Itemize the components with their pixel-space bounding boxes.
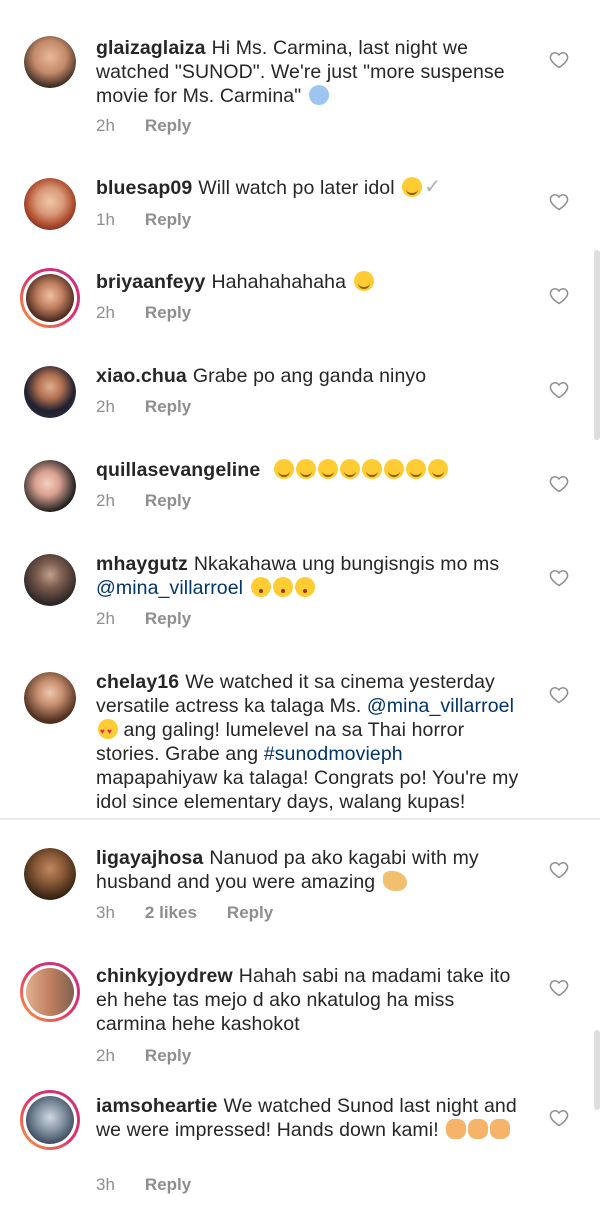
like-heart-icon[interactable] [549,568,569,588]
reply-button[interactable]: Reply [145,116,191,136]
reply-button[interactable]: Reply [145,397,191,417]
comment-meta: 2h Reply [96,609,191,629]
comment-username[interactable]: ligayajhosa [96,847,203,869]
comment-text: bluesap09 Will watch po later idol [96,175,526,200]
smile-emoji-icon [317,459,338,479]
flexed-bicep-emoji-icon [382,871,407,891]
laughing-emoji-icon [353,271,374,291]
scrollbar[interactable] [594,250,600,440]
smile-emoji-icon [405,459,426,479]
kiss-emoji-icon [250,577,271,597]
comment-username[interactable]: chelay16 [96,671,179,693]
kiss-emoji-icon [272,577,293,597]
smile-emoji-icon [427,459,448,479]
smile-emoji-icon [339,459,360,479]
avatar[interactable] [24,848,76,900]
comment-meta: 2h Reply [96,491,191,511]
avatar[interactable] [24,36,76,88]
reply-button[interactable]: Reply [145,210,191,230]
avatar[interactable] [24,178,76,230]
comment-username[interactable]: glaizaglaiza [96,37,206,59]
hashtag-link[interactable]: #sunodmovieph [264,743,403,765]
comment-username[interactable]: quillasevangeline [96,459,260,481]
comment-username[interactable]: mhaygutz [96,553,188,575]
comment-time: 2h [96,397,115,416]
like-heart-icon[interactable] [549,685,569,705]
comment-text: quillasevangeline [96,458,526,482]
comment-text: xiao.chua Grabe po ang ganda ninyo [96,365,427,387]
smile-emoji-icon [402,177,423,197]
comment-meta: 3h 2 likes Reply [96,903,273,923]
comment-meta: 1h Reply [96,210,191,230]
comment-time: 3h [96,903,115,922]
comment-time: 2h [96,116,115,135]
comment-text: chelay16 We watched it sa cinema yesterda… [96,670,526,814]
like-heart-icon[interactable] [549,978,569,998]
comment-text: briyaanfeyy Hahahahahaha [96,270,526,294]
like-heart-icon[interactable] [549,192,569,212]
comment-time: 3h [96,1175,115,1194]
comment-meta: 2h Reply [96,1046,191,1066]
comment-text: iamsoheartie We watched Sunod last night … [96,1095,517,1141]
pray-emoji-icon [446,1119,467,1139]
avatar[interactable] [24,554,76,606]
comment-meta: 2h Reply [96,397,191,417]
avatar-story-ring[interactable] [20,268,80,328]
pray-emoji-icon [490,1119,511,1139]
like-heart-icon[interactable] [549,1108,569,1128]
comment-meta: 3h Reply [96,1175,191,1195]
comment-time: 2h [96,491,115,510]
comment-time: 1h [96,210,115,229]
avatar-story-ring[interactable] [20,962,80,1022]
comment-meta: 2h Reply [96,116,191,136]
scream-emoji-icon [308,85,329,105]
smile-emoji-icon [361,459,382,479]
heart-eyes-emoji-icon [98,719,118,744]
like-heart-icon[interactable] [549,474,569,494]
reply-button[interactable]: Reply [145,303,191,323]
reply-button[interactable]: Reply [145,609,191,629]
screenshot-divider [0,818,600,820]
comment-text: chinkyjoydrew Hahah sabi na madami take i… [96,965,511,1035]
reply-button[interactable]: Reply [145,491,191,511]
comment-time: 2h [96,303,115,322]
comment-username[interactable]: briyaanfeyy [96,271,206,293]
smile-emoji-icon [295,459,316,479]
comment-username[interactable]: xiao.chua [96,365,187,387]
comment-text: glaizaglaiza Hi Ms. Carmina, last night w… [96,37,505,107]
scrollbar[interactable] [594,1030,600,1110]
like-heart-icon[interactable] [549,286,569,306]
comment-username[interactable]: iamsoheartie [96,1095,218,1117]
reply-button[interactable]: Reply [145,1046,191,1066]
reply-button[interactable]: Reply [227,903,273,923]
comment-time: 2h [96,609,115,628]
mention-link[interactable]: @mina_villarroel [96,577,243,599]
smile-emoji-icon [383,459,404,479]
comment-username[interactable]: bluesap09 [96,177,192,199]
like-heart-icon[interactable] [549,380,569,400]
avatar-story-ring[interactable] [20,1090,80,1150]
check-mark-icon [424,175,444,199]
comment-text: mhaygutz Nkakahawa ung bungisngis mo ms @… [96,553,500,599]
avatar[interactable] [24,366,76,418]
reply-button[interactable]: Reply [145,1175,191,1195]
pray-emoji-icon [468,1119,489,1139]
likes-count[interactable]: 2 likes [145,903,197,923]
comment-time: 2h [96,1046,115,1065]
like-heart-icon[interactable] [549,50,569,70]
like-heart-icon[interactable] [549,860,569,880]
comment-username[interactable]: chinkyjoydrew [96,965,233,987]
mention-link[interactable]: @mina_villarroel [367,695,514,717]
avatar[interactable] [24,460,76,512]
kiss-emoji-icon [294,577,315,597]
comment-meta: 2h Reply [96,303,191,323]
comment-text: ligayajhosa Nanuod pa ako kagabi with my … [96,847,479,893]
avatar[interactable] [24,672,76,724]
smile-emoji-icon [273,459,294,479]
